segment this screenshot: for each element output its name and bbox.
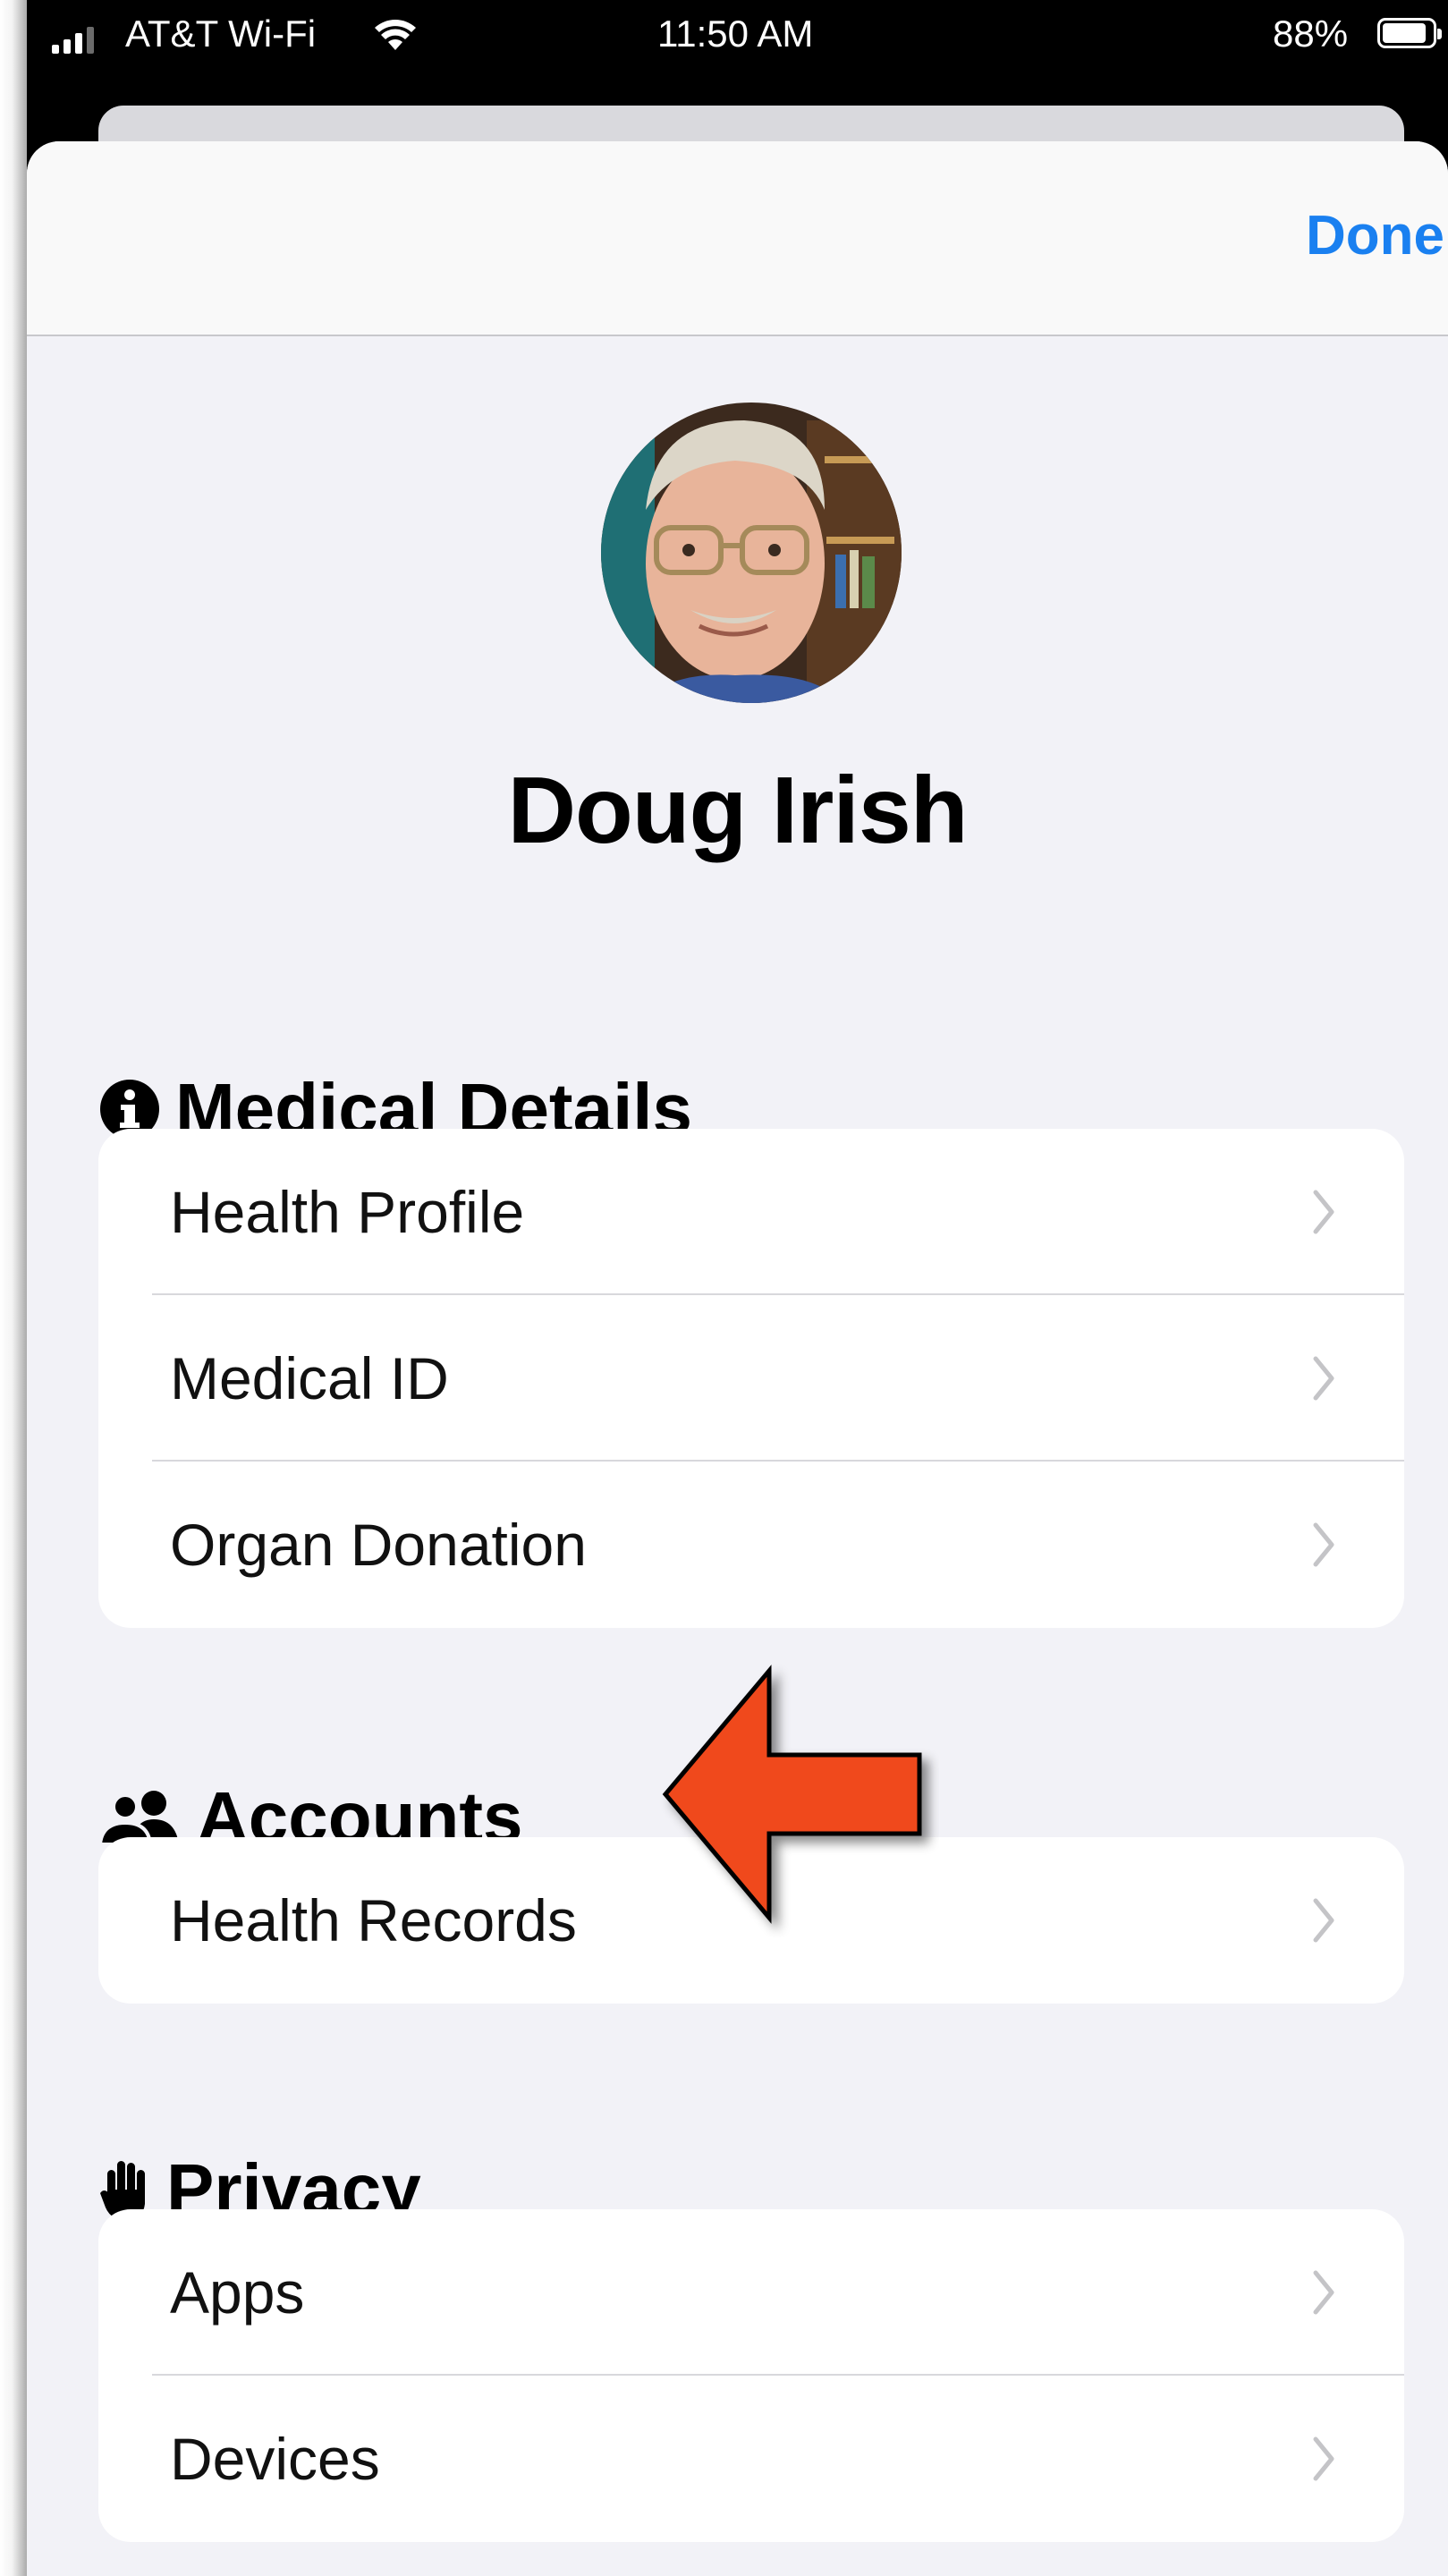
list-item-label: Organ Donation: [170, 1512, 587, 1578]
done-button[interactable]: Done: [1306, 204, 1444, 267]
avatar[interactable]: [601, 402, 902, 703]
wifi-icon: [375, 20, 416, 50]
list-item-label: Apps: [170, 2259, 305, 2326]
list-item-medical-id[interactable]: Medical ID: [98, 1295, 1404, 1462]
list-item-label: Health Profile: [170, 1179, 525, 1245]
chevron-right-icon: [1313, 2270, 1334, 2315]
user-name: Doug Irish: [507, 758, 968, 863]
chevron-right-icon: [1313, 1898, 1334, 1943]
phone-screen: AT&T Wi-Fi 11:50 AM 88% Done Doug Irish …: [27, 0, 1448, 2576]
list-item-label: Medical ID: [170, 1345, 449, 1411]
profile-sheet: Done Doug Irish Medical Details Health P…: [27, 141, 1448, 2576]
chevron-right-icon: [1313, 1356, 1334, 1401]
clock: 11:50 AM: [657, 13, 814, 55]
device-edge-shadow: [0, 0, 30, 2576]
cellular-signal-icon: [52, 27, 94, 54]
status-bar: AT&T Wi-Fi 11:50 AM 88%: [27, 0, 1448, 72]
battery-percentage: 88%: [1273, 13, 1349, 55]
list-item-devices[interactable]: Devices: [98, 2376, 1404, 2542]
privacy-group: Apps Devices: [98, 2209, 1404, 2542]
battery-fill: [1383, 23, 1426, 43]
navigation-bar: Done: [27, 141, 1448, 336]
battery-icon: [1377, 18, 1442, 48]
list-item-organ-donation[interactable]: Organ Donation: [98, 1462, 1404, 1628]
chevron-right-icon: [1313, 2436, 1334, 2481]
list-item-apps[interactable]: Apps: [98, 2209, 1404, 2376]
chevron-right-icon: [1313, 1522, 1334, 1567]
list-item-label: Health Records: [170, 1887, 577, 1953]
chevron-right-icon: [1313, 1190, 1334, 1234]
medical-details-group: Health Profile Medical ID Organ Donation: [98, 1129, 1404, 1628]
red-pointer-arrow-icon: [662, 1665, 922, 1924]
carrier-label: AT&T Wi-Fi: [125, 13, 317, 55]
list-item-label: Devices: [170, 2426, 380, 2492]
list-item-health-profile[interactable]: Health Profile: [98, 1129, 1404, 1295]
profile-photo: [601, 402, 902, 703]
